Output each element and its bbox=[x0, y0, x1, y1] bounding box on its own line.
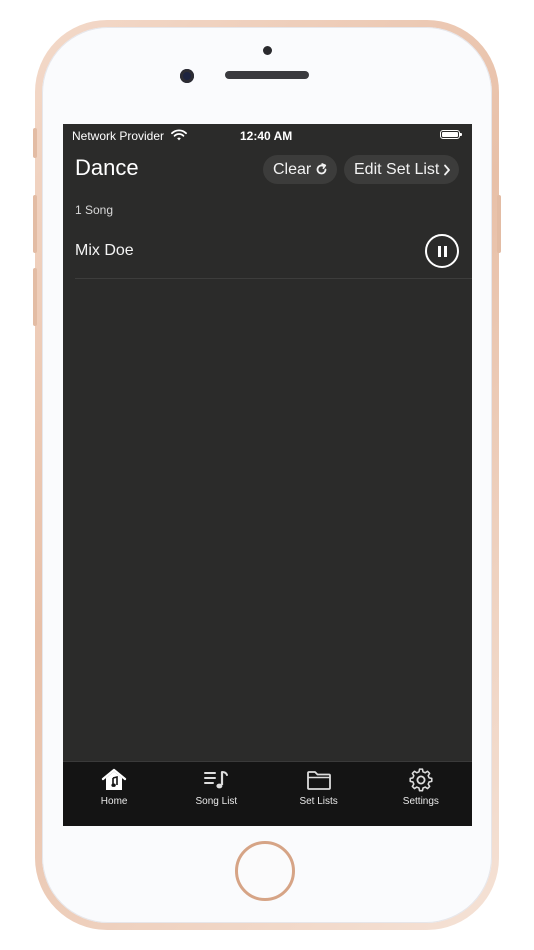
volume-down-button bbox=[33, 268, 37, 326]
tab-home-label: Home bbox=[100, 796, 128, 807]
status-bar: Network Provider 12:40 AM bbox=[63, 124, 472, 146]
earpiece-speaker bbox=[225, 71, 309, 79]
edit-set-list-label: Edit Set List bbox=[354, 161, 440, 178]
carrier-name: Network Provider bbox=[72, 129, 165, 143]
proximity-sensor bbox=[263, 46, 272, 55]
tab-set-lists[interactable]: Set Lists bbox=[268, 762, 370, 826]
tab-song-list[interactable]: Song List bbox=[165, 762, 267, 826]
tab-settings[interactable]: Settings bbox=[370, 762, 472, 826]
song-count: 1 Song bbox=[75, 203, 114, 217]
refresh-icon bbox=[316, 163, 327, 175]
gear-icon bbox=[409, 768, 433, 792]
edit-set-list-button[interactable]: Edit Set List bbox=[344, 155, 459, 184]
power-button bbox=[497, 195, 501, 253]
volume-up-button bbox=[33, 195, 37, 253]
tab-set-lists-label: Set Lists bbox=[299, 796, 338, 807]
home-music-icon bbox=[101, 768, 127, 790]
tab-song-list-label: Song List bbox=[195, 796, 238, 807]
tab-bar: Home Song List Set Lists Settings bbox=[63, 761, 472, 826]
status-time: 12:40 AM bbox=[240, 129, 293, 143]
chevron-right-icon bbox=[444, 164, 451, 175]
battery-icon bbox=[440, 130, 462, 139]
tab-settings-label: Settings bbox=[402, 796, 439, 807]
tab-home[interactable]: Home bbox=[63, 762, 165, 826]
home-button[interactable] bbox=[235, 841, 295, 901]
row-divider bbox=[75, 278, 472, 279]
clear-button-label: Clear bbox=[273, 161, 312, 178]
page-title: Dance bbox=[75, 155, 139, 180]
song-title: Mix Doe bbox=[75, 242, 134, 259]
folder-icon bbox=[306, 771, 331, 790]
song-row[interactable]: Mix Doe bbox=[63, 229, 472, 279]
song-list-icon bbox=[204, 771, 229, 789]
front-camera bbox=[180, 69, 194, 83]
app-screen: Network Provider 12:40 AM Dance Clear Ed… bbox=[63, 124, 472, 826]
pause-button[interactable] bbox=[425, 234, 459, 268]
clear-button[interactable]: Clear bbox=[263, 155, 337, 184]
mute-switch bbox=[33, 128, 37, 158]
wifi-icon bbox=[171, 129, 187, 141]
